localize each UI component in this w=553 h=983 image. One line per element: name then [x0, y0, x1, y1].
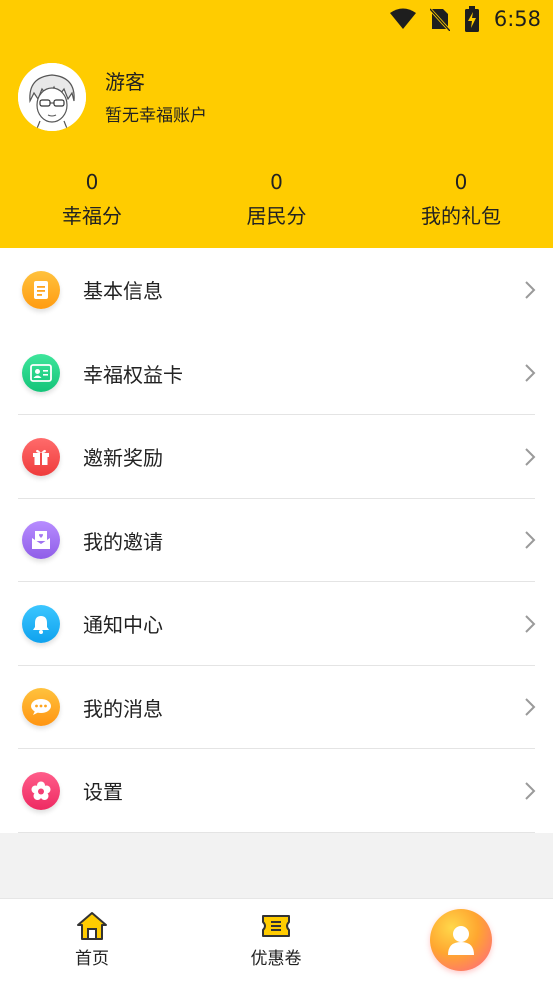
- ticket-icon: [262, 915, 290, 937]
- chat-icon: [22, 688, 60, 727]
- chevron-right-icon: [525, 782, 536, 800]
- chevron-right-icon: [525, 448, 536, 466]
- profile-icon: [448, 926, 474, 955]
- stat-label: 我的礼包: [421, 204, 501, 228]
- menu-item-label: 幸福权益卡: [83, 362, 183, 387]
- stat-label: 幸福分: [62, 204, 122, 228]
- tab-label: 首页: [75, 949, 109, 969]
- chevron-right-icon: [525, 281, 536, 299]
- menu-item-label: 邀新奖励: [83, 446, 163, 471]
- menu-item-label: 我的邀请: [83, 529, 163, 554]
- home-icon: [77, 912, 107, 940]
- menu-item-label: 设置: [83, 780, 123, 805]
- avatar[interactable]: [18, 63, 86, 131]
- bell-icon: [22, 604, 60, 643]
- menu-item-happiness-card[interactable]: 幸福权益卡: [0, 332, 553, 416]
- stat-label: 居民分: [246, 204, 307, 228]
- bottom-tab-bar: 首页 优惠卷: [0, 898, 553, 983]
- menu-item-label: 通知中心: [83, 613, 163, 638]
- tab-home[interactable]: 首页: [0, 899, 184, 983]
- menu-item-settings[interactable]: 设置: [0, 749, 553, 833]
- id-card-icon: [22, 354, 60, 393]
- chevron-right-icon: [525, 364, 536, 382]
- document-icon: [22, 270, 60, 309]
- chevron-right-icon: [525, 615, 536, 633]
- user-name: 游客: [105, 70, 145, 94]
- chevron-right-icon: [525, 531, 536, 549]
- flower-icon: [22, 771, 60, 810]
- account-status: 暂无幸福账户: [105, 106, 207, 126]
- menu-list: 基本信息 幸福权益卡 邀新奖励 我的邀请 通知中心 我的消息 设置: [0, 248, 553, 833]
- menu-item-invite-reward[interactable]: 邀新奖励: [0, 415, 553, 499]
- menu-item-label: 基本信息: [83, 279, 163, 304]
- battery-charging-icon: [464, 6, 479, 32]
- menu-item-label: 我的消息: [83, 696, 163, 721]
- tab-profile[interactable]: [430, 909, 492, 971]
- no-sim-icon: [429, 7, 450, 31]
- stat-value: 0: [454, 170, 468, 194]
- wifi-icon: [389, 8, 416, 29]
- tab-label: 优惠卷: [250, 949, 302, 969]
- chevron-right-icon: [525, 698, 536, 716]
- stats-row: 0 幸福分 0 居民分 0 我的礼包: [0, 168, 553, 234]
- stat-value: 0: [270, 170, 283, 194]
- stat-happiness-points[interactable]: 0 幸福分: [0, 168, 184, 234]
- menu-item-basic-info[interactable]: 基本信息: [0, 248, 553, 332]
- gift-icon: [22, 437, 60, 476]
- menu-item-notifications[interactable]: 通知中心: [0, 582, 553, 666]
- status-time: 6:58: [493, 7, 541, 31]
- envelope-icon: [22, 521, 60, 560]
- menu-item-my-messages[interactable]: 我的消息: [0, 666, 553, 750]
- tab-coupons[interactable]: 优惠卷: [184, 899, 368, 983]
- stat-value: 0: [85, 170, 99, 194]
- stat-my-gifts[interactable]: 0 我的礼包: [369, 168, 553, 234]
- profile-header: 6:58 游客 暂无幸福账户 0 幸福分 0 居民分 0 我的礼包: [0, 0, 553, 248]
- menu-item-my-invites[interactable]: 我的邀请: [0, 499, 553, 583]
- avatar-illustration-icon: [18, 63, 86, 131]
- stat-resident-points[interactable]: 0 居民分: [184, 168, 369, 234]
- status-bar: 6:58: [389, 4, 541, 34]
